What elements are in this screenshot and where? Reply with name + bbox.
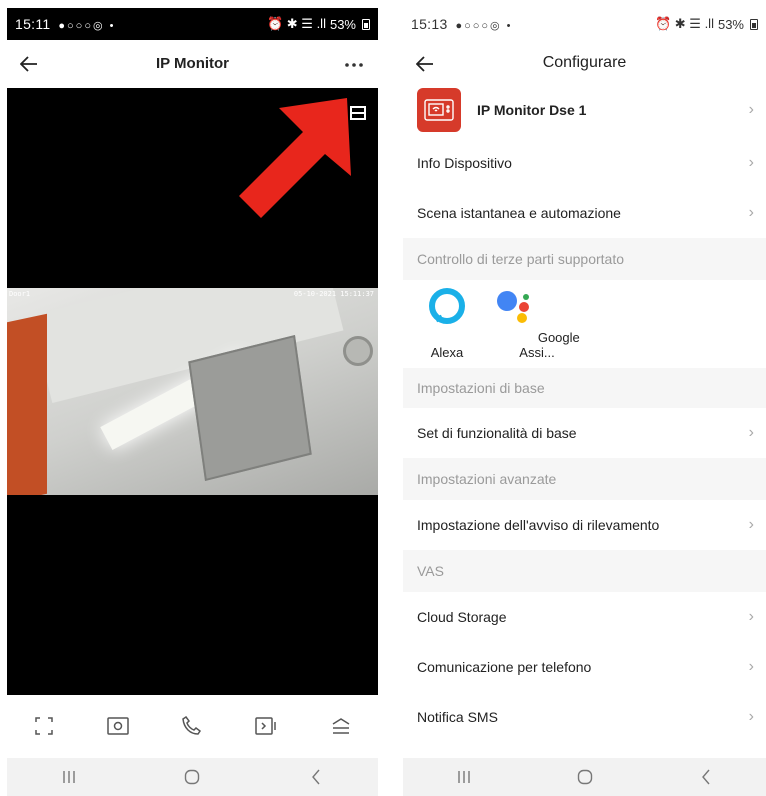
chevron-right-icon: › bbox=[748, 204, 754, 221]
device-name: IP Monitor Dse 1 bbox=[477, 102, 587, 118]
row-detection-alert[interactable]: Impostazione dell'avviso di rilevamento … bbox=[403, 500, 766, 550]
chevron-right-icon: › bbox=[748, 101, 754, 118]
right-phone-screen: 15:13 ●○○○◎ • ⏰ ✱ ☰ .ll 53% Configurare … bbox=[403, 8, 766, 796]
phone-icon[interactable] bbox=[178, 712, 206, 740]
battery-level: 53% bbox=[329, 16, 356, 32]
status-system-icons: ⏰ ✱ ☰ .ll bbox=[267, 16, 326, 31]
status-system-icons: ⏰ ✱ ☰ .ll bbox=[655, 16, 714, 31]
status-notification-icons: ●○○○◎ • bbox=[455, 20, 513, 32]
third-party-google-assistant[interactable]: Google Assi... bbox=[487, 286, 587, 360]
row-label: Notifica SMS bbox=[417, 709, 498, 725]
chevron-right-icon: › bbox=[748, 154, 754, 171]
row-sms-notification[interactable]: Notifica SMS › bbox=[403, 692, 766, 742]
third-party-alexa[interactable]: Alexa bbox=[417, 286, 477, 360]
row-label: Info Dispositivo bbox=[417, 155, 512, 171]
google-assistant-icon bbox=[497, 291, 530, 323]
fullscreen-icon[interactable] bbox=[30, 712, 58, 740]
third-party-list: Alexa Google Assi... bbox=[403, 280, 766, 368]
chevron-right-icon: › bbox=[748, 608, 754, 625]
section-basic-settings: Impostazioni di base bbox=[403, 368, 766, 408]
home-icon[interactable] bbox=[180, 767, 204, 787]
video-viewport[interactable]: Door1 05-10-2021 15:11:37 bbox=[7, 88, 378, 695]
row-scena-automazione[interactable]: Scena istantanea e automazione › bbox=[403, 188, 766, 238]
status-bar: 15:13 ●○○○◎ • ⏰ ✱ ☰ .ll 53% bbox=[403, 8, 766, 40]
chevron-right-icon: › bbox=[748, 708, 754, 725]
system-nav-bar bbox=[7, 758, 378, 796]
battery-icon bbox=[750, 18, 758, 30]
row-label: Set di funzionalità di base bbox=[417, 425, 577, 441]
chevron-right-icon: › bbox=[748, 424, 754, 441]
status-bar: 15:11 ●○○○◎ • ⏰ ✱ ☰ .ll 53% bbox=[7, 8, 378, 40]
page-title: IP Monitor bbox=[155, 55, 230, 72]
home-icon[interactable] bbox=[573, 767, 597, 787]
recent-apps-icon[interactable] bbox=[57, 767, 81, 787]
header: Configurare bbox=[403, 40, 766, 88]
alexa-label: Alexa bbox=[430, 345, 464, 360]
status-notification-icons: ●○○○◎ • bbox=[58, 20, 116, 32]
device-row[interactable]: IP Monitor Dse 1 › bbox=[403, 84, 766, 136]
row-label: Comunicazione per telefono bbox=[417, 659, 592, 675]
row-label: Scena istantanea e automazione bbox=[417, 205, 621, 221]
video-toolbar bbox=[7, 695, 378, 757]
system-nav-bar bbox=[403, 758, 766, 796]
battery-icon bbox=[362, 18, 370, 30]
snapshot-icon[interactable] bbox=[104, 712, 132, 740]
section-vas: VAS bbox=[403, 550, 766, 592]
system-back-icon[interactable] bbox=[694, 767, 718, 787]
more-options-icon[interactable] bbox=[344, 52, 364, 73]
left-phone-screen: 15:11 ●○○○◎ • ⏰ ✱ ☰ .ll 53% IP Monitor D… bbox=[7, 8, 378, 796]
battery-level: 53% bbox=[717, 16, 744, 32]
header: IP Monitor bbox=[7, 40, 378, 88]
row-cloud-storage[interactable]: Cloud Storage › bbox=[403, 592, 766, 642]
alexa-icon bbox=[429, 288, 465, 324]
red-arrow-annotation-icon bbox=[239, 98, 351, 218]
camera-feed: Door1 05-10-2021 15:11:37 bbox=[7, 288, 378, 495]
row-phone-communication[interactable]: Comunicazione per telefono › bbox=[403, 642, 766, 692]
google-assistant-label: Google Assi... bbox=[519, 330, 580, 360]
status-time: 15:11 bbox=[15, 16, 51, 32]
system-back-icon[interactable] bbox=[304, 767, 328, 787]
row-info-dispositivo[interactable]: Info Dispositivo › bbox=[403, 138, 766, 188]
section-third-party: Controllo di terze parti supportato bbox=[403, 238, 766, 280]
chevron-right-icon: › bbox=[748, 516, 754, 533]
status-time: 15:13 bbox=[411, 16, 448, 32]
monitor-device-icon bbox=[417, 88, 461, 132]
camera-name-overlay: Door1 bbox=[9, 290, 31, 298]
recent-apps-icon[interactable] bbox=[452, 767, 476, 787]
menu-icon[interactable] bbox=[327, 712, 355, 740]
section-advanced-settings: Impostazioni avanzate bbox=[403, 458, 766, 500]
row-label: Cloud Storage bbox=[417, 609, 507, 625]
row-basic-features[interactable]: Set di funzionalità di base › bbox=[403, 408, 766, 458]
row-label: Impostazione dell'avviso di rilevamento bbox=[417, 517, 660, 533]
camera-timestamp-overlay: 05-10-2021 15:11:37 bbox=[293, 290, 374, 298]
record-icon[interactable] bbox=[253, 712, 281, 740]
chevron-right-icon: › bbox=[748, 658, 754, 675]
page-title: Configurare bbox=[542, 54, 627, 71]
